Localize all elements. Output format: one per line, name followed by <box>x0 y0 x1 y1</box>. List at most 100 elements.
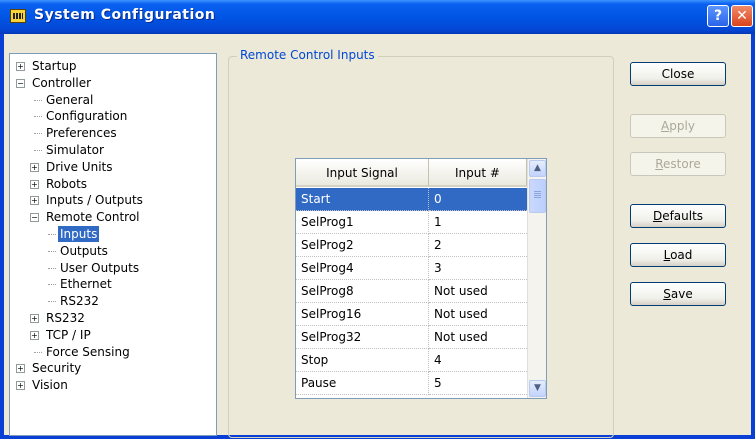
expand-icon[interactable]: + <box>16 364 25 373</box>
tree-item-tcp-ip[interactable]: + TCP / IP <box>10 327 216 343</box>
scroll-down-arrow-icon[interactable]: ▼ <box>529 380 546 397</box>
tree-item-label: Simulator <box>46 143 104 157</box>
cell-input-signal: Start <box>296 188 429 211</box>
table-row[interactable]: Pause 5 <box>296 372 527 395</box>
tree-item-inputs[interactable]: Inputs <box>10 225 216 243</box>
tree-item-preferences[interactable]: Preferences <box>10 125 216 141</box>
table-row[interactable]: SelProg32 Not used <box>296 326 527 349</box>
defaults-button[interactable]: Defaults <box>630 204 726 228</box>
table-row[interactable]: SelProg8 Not used <box>296 280 527 303</box>
tree-item-user-outputs[interactable]: User Outputs <box>10 260 216 276</box>
table-row[interactable]: SelProg1 1 <box>296 211 527 234</box>
expand-icon[interactable]: + <box>30 314 39 323</box>
restore-button[interactable]: Restore <box>630 152 726 176</box>
cell-input-signal: SelProg1 <box>296 211 429 234</box>
column-header-input-number[interactable]: Input # <box>429 159 527 187</box>
tree-item-rs232[interactable]: + RS232 <box>10 310 216 326</box>
tree-connector <box>34 100 42 101</box>
tree-item-label: RS232 <box>46 311 85 325</box>
table-row[interactable]: Stop 4 <box>296 349 527 372</box>
tree-item-vision[interactable]: + Vision <box>10 377 216 393</box>
cell-input-signal: Stop <box>296 349 429 372</box>
table-row[interactable]: Start 0 <box>296 188 527 211</box>
tree-connector <box>34 150 42 151</box>
tree-connector <box>48 301 56 302</box>
tree-item-security[interactable]: + Security <box>10 360 216 376</box>
tree-item-label: TCP / IP <box>46 328 91 342</box>
tree-item-controller[interactable]: − Controller <box>10 75 216 91</box>
cell-input-signal: SelProg8 <box>296 280 429 303</box>
tree-item-label: Configuration <box>46 109 128 123</box>
tree-item-robots[interactable]: + Robots <box>10 176 216 192</box>
collapse-icon[interactable]: − <box>16 79 25 88</box>
cell-input-signal: SelProg4 <box>296 257 429 280</box>
expand-icon[interactable]: + <box>30 196 39 205</box>
collapse-icon[interactable]: − <box>30 213 39 222</box>
tree-item-general[interactable]: General <box>10 92 216 108</box>
cell-input-signal: Pause <box>296 372 429 395</box>
cell-input-number: 0 <box>429 188 527 211</box>
inputs-table[interactable]: Input Signal Input # Start 0 SelProg1 1 SelP… <box>295 158 547 399</box>
configuration-tree[interactable]: + Startup − Controller General Configuration P… <box>9 53 217 436</box>
system-configuration-window: System Configuration ? ✕ + Startup − Contro… <box>0 0 755 439</box>
tree-connector <box>48 251 56 252</box>
cell-input-signal: SelProg32 <box>296 326 429 349</box>
cell-input-number: 2 <box>429 234 527 257</box>
apply-button[interactable]: Apply <box>630 114 726 138</box>
tree-item-inputs-outputs[interactable]: + Inputs / Outputs <box>10 192 216 208</box>
group-legend: Remote Control Inputs <box>237 48 378 62</box>
expand-icon[interactable]: + <box>30 163 39 172</box>
expand-icon[interactable]: + <box>30 331 39 340</box>
load-button[interactable]: Load <box>630 243 726 267</box>
scrollbar-thumb[interactable] <box>529 179 546 213</box>
cell-input-number: Not used <box>429 303 527 326</box>
tree-item-label: Inputs <box>56 225 101 243</box>
tree-item-simulator[interactable]: Simulator <box>10 142 216 158</box>
expand-icon[interactable]: + <box>30 180 39 189</box>
dialog-client-area: + Startup − Controller General Configuration P… <box>4 34 751 438</box>
table-row[interactable]: SelProg4 3 <box>296 257 527 280</box>
tree-item-startup[interactable]: + Startup <box>10 58 216 74</box>
close-button[interactable]: Close <box>630 62 726 86</box>
cell-input-number: Not used <box>429 280 527 303</box>
expand-icon[interactable]: + <box>16 62 25 71</box>
table-row[interactable]: SelProg16 Not used <box>296 303 527 326</box>
help-button[interactable]: ? <box>707 5 729 27</box>
tree-item-label: Robots <box>46 177 88 191</box>
tree-item-drive-units[interactable]: + Drive Units <box>10 159 216 175</box>
cell-input-number: 4 <box>429 349 527 372</box>
table-scrollbar[interactable]: ▲ ▼ <box>527 159 546 398</box>
scroll-up-arrow-icon[interactable]: ▲ <box>529 160 546 177</box>
tree-item-label: Startup <box>32 59 77 73</box>
tree-item-label: General <box>46 93 94 107</box>
tree-item-outputs[interactable]: Outputs <box>10 243 216 259</box>
title-bar[interactable]: System Configuration ? ✕ <box>0 0 755 34</box>
cell-input-signal: SelProg2 <box>296 234 429 257</box>
tree-item-remote-control[interactable]: − Remote Control <box>10 209 216 225</box>
tree-connector <box>48 234 56 235</box>
save-button[interactable]: Save <box>630 282 726 306</box>
tree-item-configuration[interactable]: Configuration <box>10 108 216 124</box>
tree-item-label: Security <box>32 361 82 375</box>
tree-item-rs232[interactable]: RS232 <box>10 293 216 309</box>
tree-item-label: RS232 <box>60 294 99 308</box>
keyboard-icon <box>10 9 26 23</box>
column-header-input-signal[interactable]: Input Signal <box>296 159 429 187</box>
cell-input-number: 1 <box>429 211 527 234</box>
tree-item-label: Ethernet <box>60 277 112 291</box>
tree-connector <box>34 133 42 134</box>
tree-item-label: Inputs / Outputs <box>46 193 143 207</box>
cell-input-number: 5 <box>429 372 527 395</box>
expand-icon[interactable]: + <box>16 381 25 390</box>
table-row[interactable]: SelProg2 2 <box>296 234 527 257</box>
tree-item-label: Outputs <box>60 244 108 258</box>
tree-connector <box>48 268 56 269</box>
window-close-button[interactable]: ✕ <box>731 5 753 27</box>
cell-input-number: Not used <box>429 326 527 349</box>
tree-connector <box>48 284 56 285</box>
tree-item-ethernet[interactable]: Ethernet <box>10 276 216 292</box>
window-title: System Configuration <box>34 7 216 23</box>
cell-input-number: 3 <box>429 257 527 280</box>
tree-item-force-sensing[interactable]: Force Sensing <box>10 344 216 360</box>
tree-item-label: Vision <box>32 378 68 392</box>
